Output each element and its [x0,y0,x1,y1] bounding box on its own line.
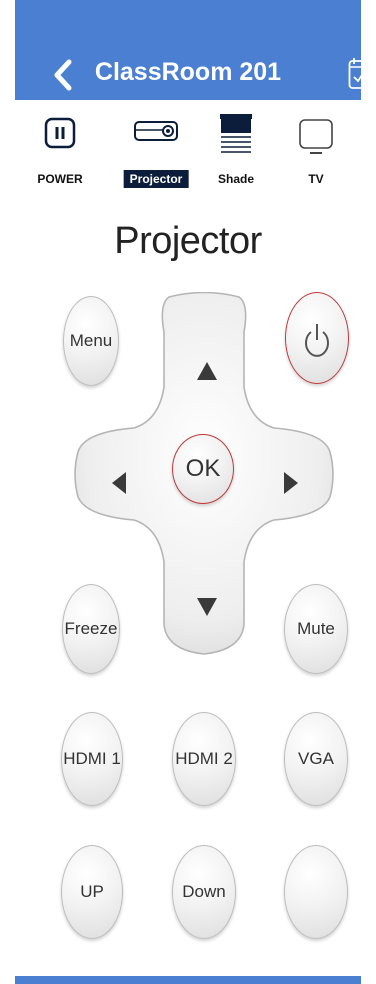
tab-shade[interactable]: Shade [191,100,281,192]
ok-button[interactable]: OK [172,434,234,504]
tab-projector-label: Projector [123,170,189,188]
up-button[interactable]: UP [61,845,123,939]
tv-icon [299,119,333,154]
hdmi2-button[interactable]: HDMI 2 [172,712,236,806]
tab-tv[interactable]: TV [271,100,361,192]
tab-tv-label: TV [308,172,324,186]
triangle-up-icon [197,362,217,380]
projector-remote-screen: ClassRoom 201 POWER Projector Shade TV P… [0,0,376,984]
shade-icon [220,114,252,153]
up-button-label: UP [80,882,104,901]
tab-power[interactable]: POWER [15,100,105,192]
tab-projector[interactable]: Projector [111,100,201,192]
device-title: Projector [114,220,262,262]
ok-button-label: OK [185,455,221,482]
header-bar: ClassRoom 201 [15,0,370,100]
dpad-down-button[interactable] [192,592,222,622]
freeze-button-label: Freeze [64,619,118,638]
mute-button-label: Mute [297,619,335,638]
schedule-button[interactable] [348,56,370,90]
vga-button[interactable]: VGA [284,712,348,806]
tab-shade-label: Shade [217,172,254,186]
blank-button[interactable] [284,845,348,939]
hdmi1-button-label: HDMI 1 [63,749,121,768]
tab-power-label: POWER [37,172,83,186]
down-button[interactable]: Down [172,845,236,939]
dpad-right-button[interactable] [276,468,306,498]
hdmi2-button-label: HDMI 2 [175,749,233,768]
mute-button[interactable]: Mute [284,584,348,674]
vga-button-label: VGA [298,749,334,768]
freeze-button[interactable]: Freeze [62,584,120,674]
projector-icon [134,121,178,141]
triangle-left-icon [112,472,126,494]
hdmi1-button[interactable]: HDMI 1 [61,712,123,806]
calendar-check-icon [348,58,370,89]
pause-power-icon [44,117,76,149]
triangle-right-icon [284,472,298,494]
down-button-label: Down [182,882,226,901]
device-tabs: POWER Projector Shade TV [15,100,361,192]
triangle-down-icon [197,598,217,616]
dpad-left-button[interactable] [104,468,134,498]
page-title: ClassRoom 201 [94,58,282,86]
bottom-bar [15,976,361,984]
dpad-up-button[interactable] [192,356,222,386]
